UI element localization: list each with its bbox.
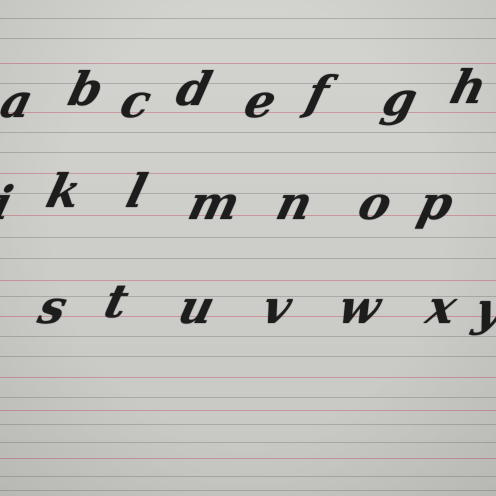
ruled-line-red bbox=[0, 410, 496, 411]
letter-d: d bbox=[171, 62, 217, 116]
paper-sheet: a b c d e f g h i k l m n o p s t u v w … bbox=[0, 0, 496, 496]
letter-k: k bbox=[41, 164, 87, 218]
letter-a: a bbox=[0, 74, 39, 128]
ruled-line bbox=[0, 152, 496, 153]
letter-f: f bbox=[301, 66, 335, 120]
letter-c: c bbox=[115, 74, 157, 128]
letter-h: h bbox=[445, 60, 493, 114]
letter-g: g bbox=[377, 72, 423, 126]
ruled-line bbox=[0, 424, 496, 425]
ruled-line bbox=[0, 258, 496, 259]
ruled-line-red bbox=[0, 458, 496, 459]
ruled-line bbox=[0, 490, 496, 491]
letter-t: t bbox=[99, 274, 134, 328]
letter-w: w bbox=[333, 280, 387, 334]
ruled-line bbox=[0, 476, 496, 477]
letter-s: s bbox=[33, 280, 73, 334]
letter-p: p bbox=[413, 176, 459, 230]
letter-row-1: a b c d e f g h bbox=[0, 60, 496, 142]
letter-row-2: i k l m n o p bbox=[0, 164, 496, 246]
letter-i: i bbox=[0, 176, 19, 230]
ruled-line-red bbox=[0, 377, 496, 378]
letter-y: y bbox=[469, 282, 496, 336]
letter-m: m bbox=[183, 176, 246, 230]
ruled-line bbox=[0, 356, 496, 357]
ruled-line bbox=[0, 397, 496, 398]
letter-e: e bbox=[239, 74, 283, 128]
ruled-line bbox=[0, 442, 496, 443]
letter-x: x bbox=[421, 280, 463, 334]
letter-l: l bbox=[121, 164, 153, 218]
letter-b: b bbox=[63, 62, 109, 116]
ruled-line bbox=[0, 38, 496, 39]
letter-n: n bbox=[271, 176, 319, 230]
letter-u: u bbox=[173, 280, 221, 334]
letter-v: v bbox=[257, 280, 298, 334]
letter-o: o bbox=[353, 176, 398, 230]
ruled-line bbox=[0, 18, 496, 19]
letter-row-3: s t u v w x y bbox=[0, 272, 496, 352]
